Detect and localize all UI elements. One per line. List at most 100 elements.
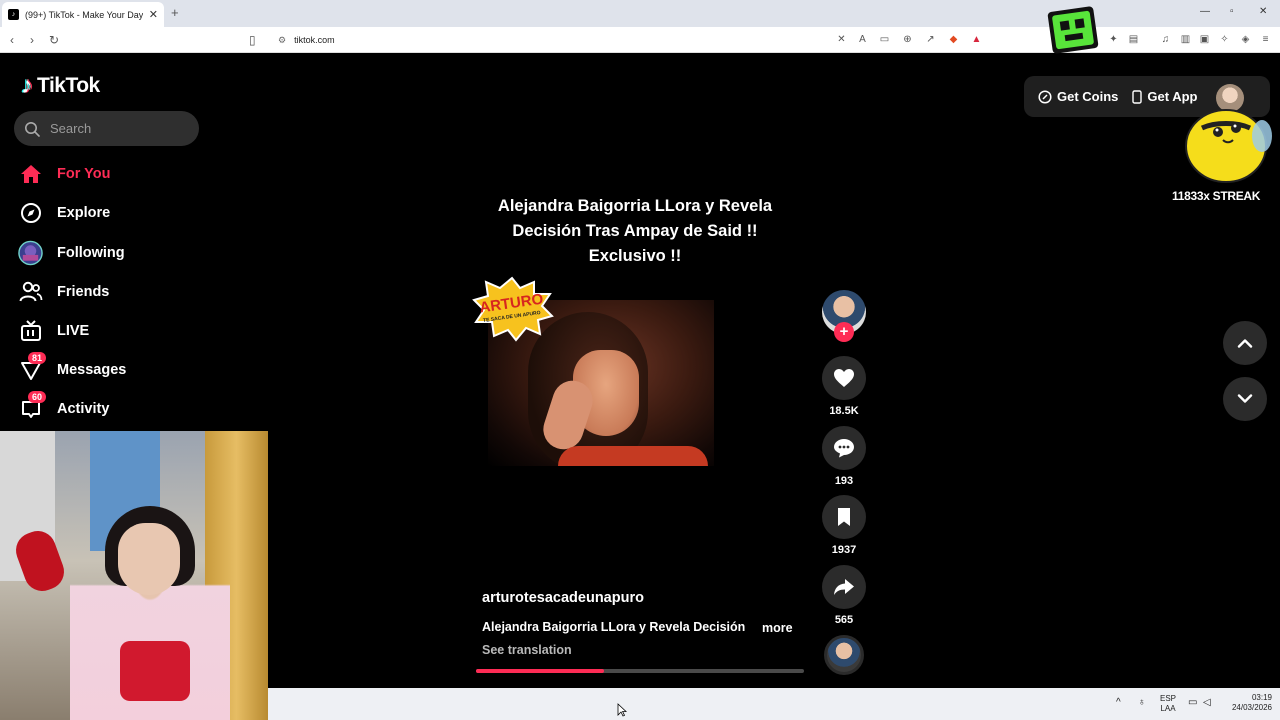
save-button[interactable] [822, 495, 866, 539]
sidebar-item-label: Friends [57, 284, 110, 300]
sidebar-panel-icon[interactable]: ▤ [1128, 34, 1139, 45]
more-button[interactable]: more [762, 621, 793, 635]
windows-taskbar: ^ ♁ ESP LAA ▭ ◁ 03:19 24/03/2026 [268, 688, 1280, 720]
network-icon[interactable]: ▭ [1188, 698, 1197, 708]
save-count: 1937 [831, 544, 857, 556]
sidebar-item-friends[interactable]: Friends [18, 278, 109, 306]
bookmark-icon [838, 508, 850, 526]
see-translation-link[interactable]: See translation [482, 643, 572, 657]
brave-shield-icon[interactable]: ◆ [948, 34, 959, 45]
bookmark-icon[interactable]: ▯ [249, 33, 256, 47]
maximize-icon[interactable]: ▫ [1230, 6, 1234, 17]
mouse-cursor-icon [617, 703, 627, 717]
share-icon[interactable]: ↗ [925, 34, 936, 45]
follow-plus-button[interactable]: + [834, 322, 854, 342]
friends-icon [18, 280, 43, 305]
sidebar-item-live[interactable]: LIVE [18, 317, 89, 345]
activity-badge: 60 [28, 390, 47, 403]
video-progress-bar[interactable] [476, 669, 804, 673]
live-icon [18, 319, 43, 344]
activity-icon: 60 [18, 390, 47, 422]
browser-tab[interactable]: ♪ (99+) TikTok - Make Your Day ✕ [2, 2, 164, 27]
streamer-face [118, 523, 180, 595]
leo-ai-icon[interactable]: ✧ [1219, 34, 1230, 45]
comment-count: 193 [834, 475, 854, 487]
reader-icon[interactable]: ▥ [1180, 34, 1191, 45]
language-layout: LAA [1160, 704, 1176, 713]
like-button[interactable] [822, 356, 866, 400]
site-info-icon[interactable]: ⚙ [278, 35, 286, 46]
video-author[interactable]: arturotesacadeunapuro [482, 590, 644, 606]
comment-icon [834, 439, 854, 458]
translate-icon[interactable]: A [857, 34, 868, 45]
language-indicator[interactable]: ESP LAA [1160, 694, 1176, 714]
messages-icon: 81 [18, 351, 47, 383]
geometry-dash-overlay-icon [1047, 6, 1099, 54]
video-title: Alejandra Baigorria LLora y Revela Decis… [480, 194, 790, 269]
extensions-icon[interactable]: ✦ [1108, 34, 1119, 45]
sidebar-item-explore[interactable]: Explore [18, 199, 110, 227]
language-code: ESP [1160, 694, 1177, 703]
compass-icon [18, 201, 43, 226]
video-subject-shirt [558, 446, 708, 466]
messages-badge: 81 [28, 351, 47, 364]
sidebar-item-label: Activity [57, 401, 110, 417]
mute-icon[interactable]: ✕ [836, 34, 847, 45]
sidebar-item-label: Explore [57, 205, 111, 221]
webcam-overlay [0, 431, 268, 720]
volume-icon[interactable]: ◁ [1203, 698, 1211, 708]
tray-expand-icon[interactable]: ^ [1116, 698, 1121, 708]
sidebar-item-for-you[interactable]: For You [18, 160, 110, 188]
clock[interactable]: 03:19 24/03/2026 [1216, 693, 1272, 713]
share-arrow-icon [834, 579, 854, 595]
brave-rewards-icon[interactable]: ▲ [971, 34, 982, 45]
chevron-down-icon [1237, 394, 1253, 403]
heart-icon [834, 369, 854, 387]
search-box[interactable] [14, 111, 199, 146]
video-title-line: Exclusivo !! [588, 247, 682, 265]
tab-close-icon[interactable]: ✕ [149, 8, 158, 21]
arturo-sticker-logo: ARTURO TE SACA DE UN APURO [472, 276, 554, 342]
tiktok-note-icon: ♪ [21, 72, 33, 99]
vpn-icon[interactable]: ◈ [1240, 34, 1251, 45]
bee-mascot-icon [1185, 109, 1272, 183]
new-tab-button[interactable]: + [171, 5, 179, 20]
next-video-button[interactable] [1223, 377, 1267, 421]
video-progress-fill [476, 669, 604, 673]
minimize-icon[interactable]: — [1200, 6, 1210, 17]
back-icon[interactable]: ‹ [10, 33, 14, 47]
tiktok-logo[interactable]: ♪ TikTok [21, 72, 100, 100]
sidebar-item-messages[interactable]: 81 Messages [18, 351, 127, 384]
tiktok-favicon-icon: ♪ [8, 9, 19, 20]
media-icon[interactable]: ♫ [1160, 34, 1171, 45]
music-disc[interactable] [824, 635, 864, 675]
home-icon [18, 162, 43, 187]
following-avatar-icon [18, 240, 43, 266]
phone-icon [1132, 89, 1143, 104]
comment-button[interactable] [822, 426, 866, 470]
menu-icon[interactable]: ≡ [1260, 34, 1271, 45]
reload-icon[interactable]: ↻ [49, 33, 59, 47]
video-description: Alejandra Baigorria LLora y Revela Decis… [482, 620, 746, 634]
search-input[interactable] [50, 121, 180, 136]
forward-icon[interactable]: › [30, 33, 34, 47]
cast-icon[interactable]: ▭ [879, 34, 890, 45]
wallet-icon[interactable]: ▣ [1199, 34, 1210, 45]
sidebar-item-following[interactable]: Following [18, 239, 125, 267]
sidebar-item-label: For You [57, 166, 111, 182]
window-close-icon[interactable]: ✕ [1259, 6, 1267, 17]
microphone-icon[interactable]: ♁ [1138, 698, 1146, 708]
share-button[interactable] [822, 565, 866, 609]
tab-title: (99+) TikTok - Make Your Day [25, 9, 143, 20]
chevron-up-icon [1237, 339, 1253, 348]
previous-video-button[interactable] [1223, 321, 1267, 365]
coin-icon [1038, 89, 1052, 104]
search-icon [25, 121, 40, 137]
sidebar-item-label: Following [57, 245, 125, 261]
sidebar-item-activity[interactable]: 60 Activity [18, 390, 110, 423]
zoom-icon[interactable]: ⊕ [902, 34, 913, 45]
video-title-line: Alejandra Baigorria LLora y Revela [497, 197, 773, 215]
get-coins-button[interactable]: Get Coins [1038, 89, 1118, 104]
sidebar-item-label: Messages [57, 362, 127, 378]
video-title-line: Decisión Tras Ampay de Said !! [512, 222, 758, 240]
